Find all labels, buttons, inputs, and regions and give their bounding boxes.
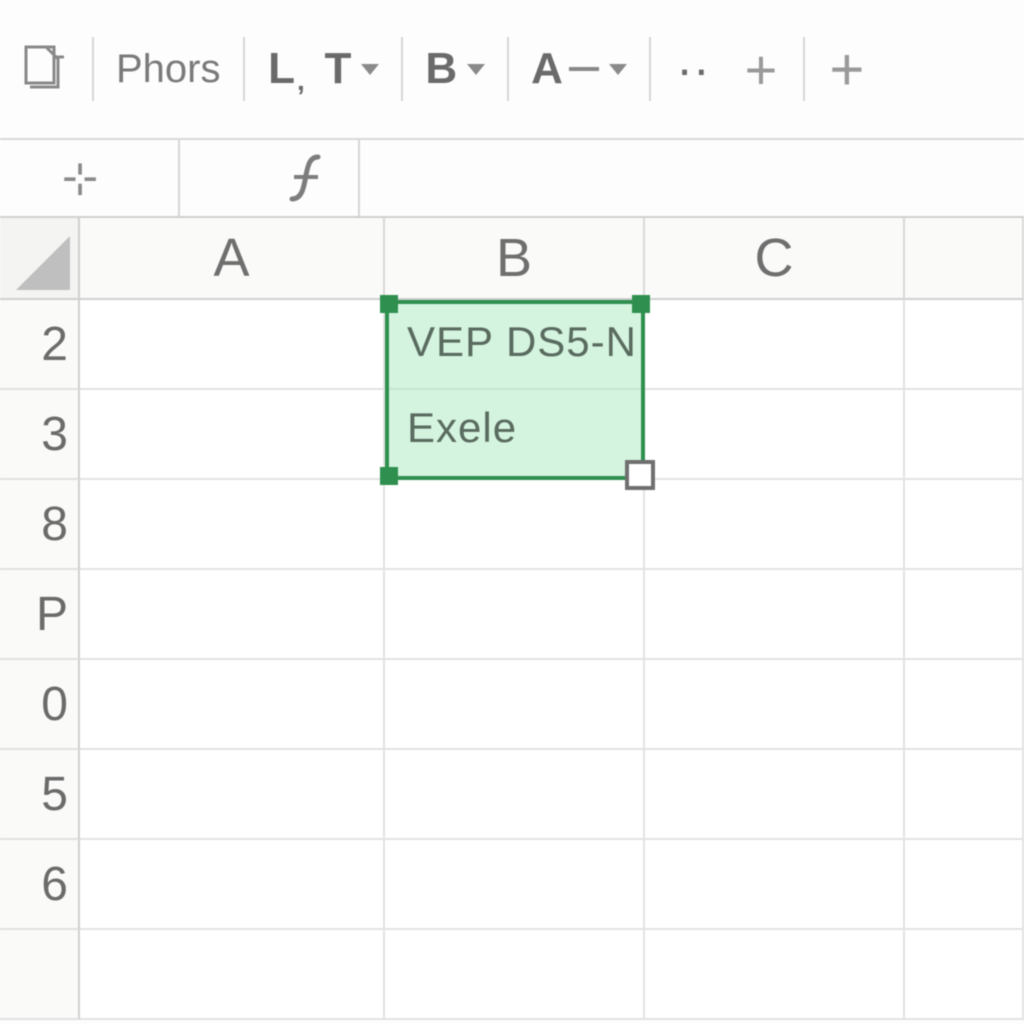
cell[interactable] [645, 570, 905, 660]
chevron-down-icon [609, 64, 627, 75]
bold-button[interactable]: B [425, 37, 485, 101]
t-button[interactable]: T [325, 37, 380, 101]
font-color-button[interactable]: A [531, 37, 627, 101]
table-row: P [0, 570, 1024, 660]
chevron-down-icon [361, 64, 379, 75]
cell[interactable] [80, 300, 385, 390]
underline-icon [569, 67, 599, 71]
chevron-down-icon [467, 64, 485, 75]
cell[interactable] [385, 390, 645, 480]
column-header-row: A B C [0, 218, 1024, 300]
toolbar-separator [243, 37, 245, 101]
toolbar: Phors L, T B A ·· + + [0, 0, 1024, 140]
plus-button[interactable]: + [741, 37, 781, 101]
row-header[interactable]: 6 [0, 840, 80, 930]
column-header[interactable]: C [645, 218, 905, 300]
font-color-label: A [531, 44, 563, 94]
cell[interactable] [645, 480, 905, 570]
cell[interactable] [80, 660, 385, 750]
cell[interactable] [645, 300, 905, 390]
row-header[interactable]: 0 [0, 660, 80, 750]
cell[interactable] [80, 930, 385, 1020]
cell[interactable] [905, 750, 1024, 840]
t-button-label: T [325, 44, 352, 94]
font-name-button[interactable]: Phors [116, 37, 221, 101]
cell[interactable] [385, 570, 645, 660]
plus-button-2[interactable]: + [827, 37, 867, 101]
bold-button-label: B [425, 44, 457, 94]
table-row: 3 [0, 390, 1024, 480]
cell[interactable] [905, 930, 1024, 1020]
cell[interactable] [385, 930, 645, 1020]
cell[interactable] [385, 750, 645, 840]
cell[interactable] [905, 390, 1024, 480]
cell[interactable] [80, 750, 385, 840]
row-header[interactable]: 5 [0, 750, 80, 840]
cell[interactable] [385, 660, 645, 750]
cell[interactable] [645, 840, 905, 930]
l-button[interactable]: L, [267, 37, 307, 101]
cell[interactable] [80, 390, 385, 480]
table-row: 8 [0, 480, 1024, 570]
l-button-label: L [268, 44, 295, 94]
toolbar-separator [507, 37, 509, 101]
cell[interactable] [385, 300, 645, 390]
table-row: 2 [0, 300, 1024, 390]
toolbar-separator [803, 37, 805, 101]
insert-function-button[interactable] [180, 140, 360, 216]
cell[interactable] [645, 930, 905, 1020]
cell[interactable] [645, 390, 905, 480]
toolbar-separator [92, 37, 94, 101]
table-row [0, 930, 1024, 1020]
row-header[interactable]: 8 [0, 480, 80, 570]
cell[interactable] [80, 570, 385, 660]
cell[interactable] [905, 840, 1024, 930]
cell[interactable] [905, 570, 1024, 660]
table-row: 6 [0, 840, 1024, 930]
dots-button[interactable]: ·· [673, 37, 713, 101]
cell[interactable] [645, 660, 905, 750]
cell[interactable] [905, 300, 1024, 390]
column-header[interactable]: B [385, 218, 645, 300]
column-header[interactable] [905, 218, 1024, 300]
row-header[interactable]: 2 [0, 300, 80, 390]
row-header[interactable]: 3 [0, 390, 80, 480]
toolbar-separator [401, 37, 403, 101]
row-header[interactable]: P [0, 570, 80, 660]
cell[interactable] [905, 480, 1024, 570]
table-row: 0 [0, 660, 1024, 750]
select-all-triangle[interactable] [0, 218, 80, 300]
table-row: 5 [0, 750, 1024, 840]
cell[interactable] [385, 840, 645, 930]
cell[interactable] [645, 750, 905, 840]
cell[interactable] [80, 840, 385, 930]
cell[interactable] [80, 480, 385, 570]
spreadsheet-grid: A B C 2 3 8 P 0 5 [0, 218, 1024, 1020]
toolbar-separator [649, 37, 651, 101]
cell[interactable] [385, 480, 645, 570]
row-header[interactable] [0, 930, 80, 1020]
page-setup-icon[interactable] [18, 37, 70, 101]
formula-bar-row: ⊹ [0, 140, 1024, 218]
name-box[interactable]: ⊹ [0, 140, 180, 216]
cell[interactable] [905, 660, 1024, 750]
column-header[interactable]: A [80, 218, 385, 300]
formula-input[interactable] [360, 140, 1024, 216]
